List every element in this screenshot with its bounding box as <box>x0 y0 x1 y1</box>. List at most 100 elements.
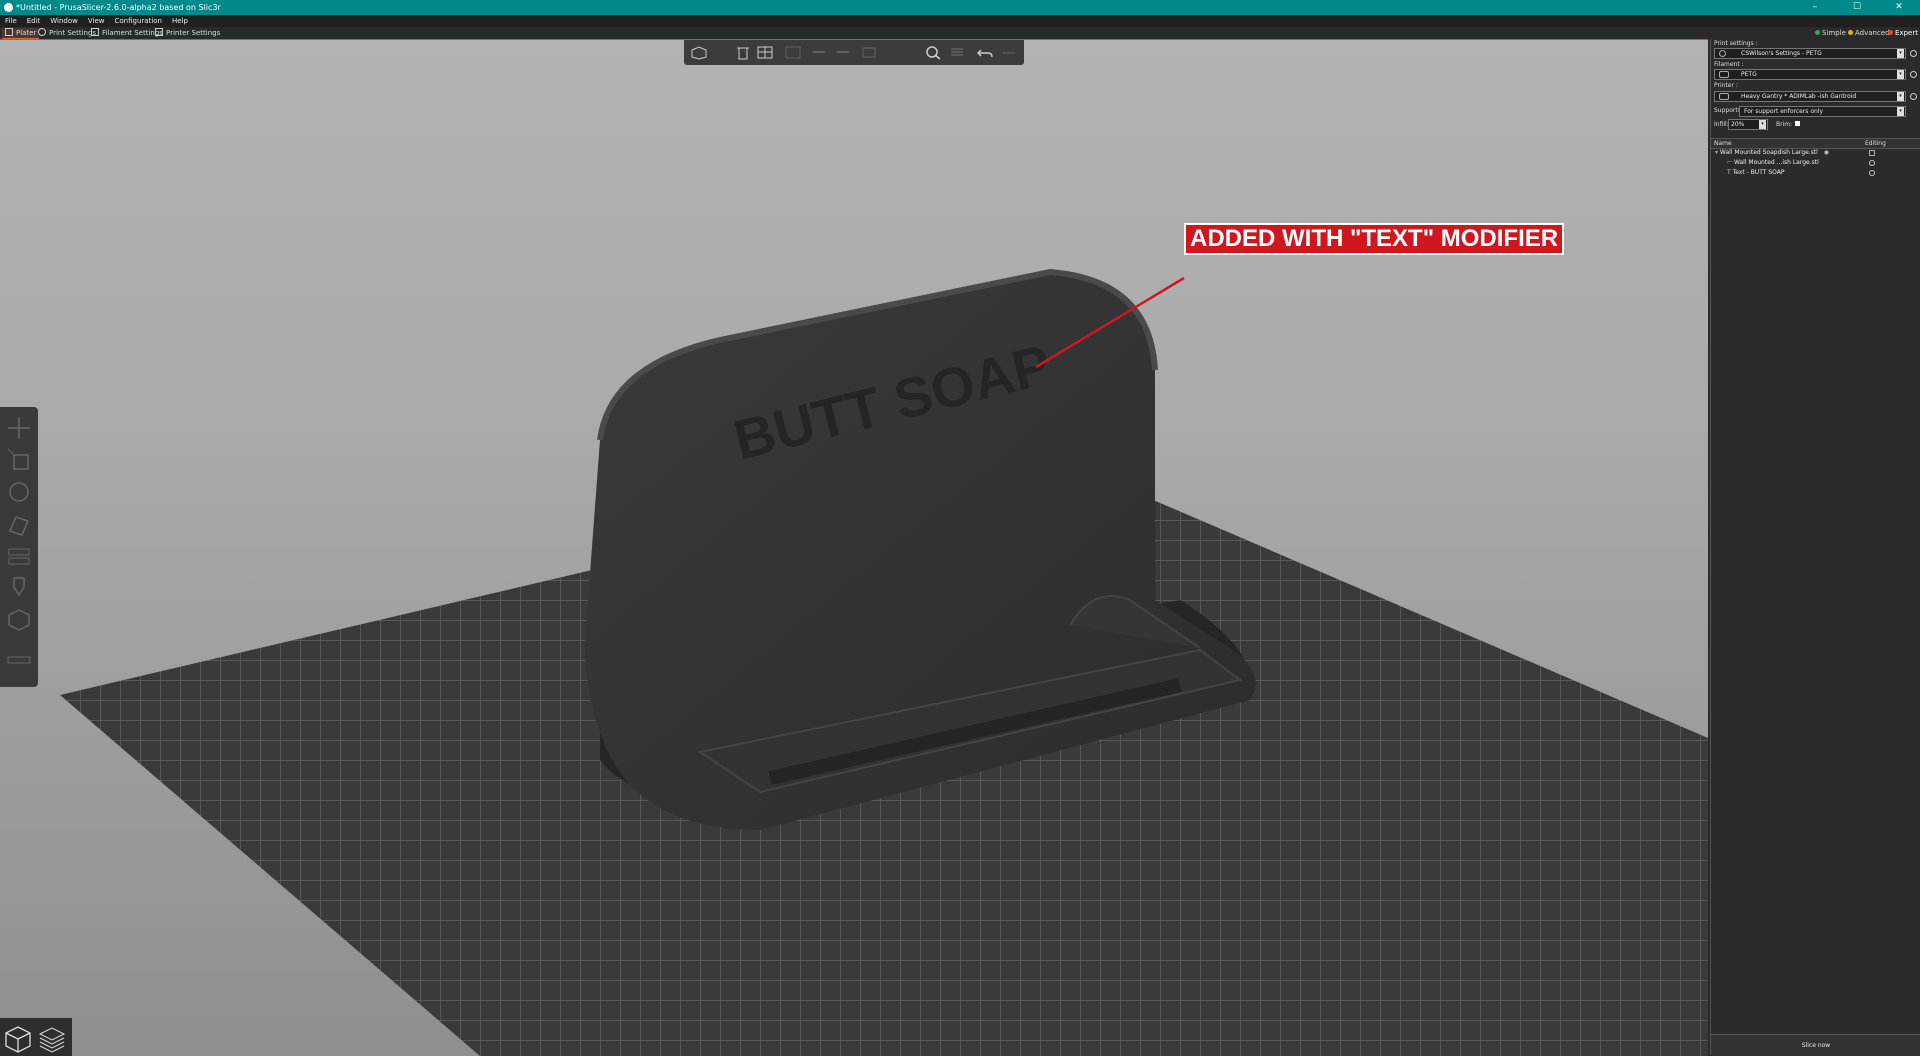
infill-combo[interactable]: 20% ▾ <box>1728 119 1768 130</box>
redo-icon[interactable] <box>1000 45 1018 60</box>
list-item[interactable]: ⌐ Wall Mounted ...ish Large.stl <box>1727 158 1819 167</box>
infill-value: 20% <box>1731 121 1745 128</box>
prusaslicer-logo-icon <box>4 3 13 12</box>
object-name: Wall Mounted ...ish Large.stl <box>1733 159 1819 166</box>
cut-icon[interactable] <box>6 543 32 569</box>
gear-icon <box>38 28 46 36</box>
add-instance-icon[interactable] <box>860 45 878 60</box>
title-bar: *Untitled - PrusaSlicer-2.6.0-alpha2 bas… <box>0 0 1920 15</box>
minimize-button[interactable]: – <box>1800 0 1830 15</box>
chevron-down-icon: ▾ <box>1759 120 1766 129</box>
3d-view-icon[interactable] <box>3 1024 33 1054</box>
measure-icon[interactable] <box>6 647 32 673</box>
menu-help[interactable]: Help <box>172 17 188 25</box>
tab-printer-settings[interactable]: Printer Settings <box>152 28 223 38</box>
3d-viewport[interactable]: BUTT SOAP ADDED WITH "TEXT" MODIFIER <box>0 39 1708 1056</box>
plater-icon <box>5 28 13 36</box>
chevron-down-icon: ▾ <box>1897 70 1904 79</box>
settings-gear-icon[interactable] <box>1910 50 1917 57</box>
brim-label: Brim: <box>1776 121 1793 128</box>
undo-icon[interactable] <box>976 45 994 60</box>
filament-combo[interactable]: PETG ▾ <box>1714 69 1906 80</box>
filament-color-icon <box>1719 71 1729 78</box>
printer-value: Heavy Gantry * ADIMLab -ish Gantroid <box>1741 93 1857 100</box>
add-object-icon[interactable] <box>690 45 708 60</box>
tab-printer-settings-label: Printer Settings <box>166 29 221 37</box>
chevron-down-icon: ▾ <box>1897 92 1904 101</box>
tab-bar: Plater Print Settings Filament Settings … <box>0 27 1920 39</box>
red-dot-icon <box>1888 30 1893 35</box>
chevron-down-icon: ▾ <box>1897 107 1904 116</box>
view-switcher <box>0 1018 72 1056</box>
mode-advanced-label: Advanced <box>1855 29 1890 37</box>
top-toolbar <box>684 40 1024 65</box>
seam-painting-icon[interactable] <box>6 607 32 633</box>
printer-label: Printer : <box>1714 82 1738 89</box>
mode-simple-label: Simple <box>1822 29 1846 37</box>
mode-expert-button[interactable]: Expert <box>1888 28 1918 38</box>
scene-canvas[interactable]: BUTT SOAP <box>0 40 1708 1056</box>
list-item[interactable]: ▾ Wall Mounted Soapdish Large.stl ◉ <box>1715 148 1829 157</box>
part-icon: ⌐ <box>1727 159 1734 166</box>
place-on-face-icon[interactable] <box>6 511 32 537</box>
filament-gear-icon[interactable] <box>1910 71 1917 78</box>
tab-plater[interactable]: Plater <box>2 28 40 39</box>
filament-label: Filament : <box>1714 61 1744 68</box>
col-editing: Editing <box>1865 140 1886 147</box>
mode-expert-label: Expert <box>1895 29 1918 37</box>
supports-combo[interactable]: For support enforcers only ▾ <box>1739 106 1906 117</box>
gear-icon <box>1719 50 1726 57</box>
menu-configuration[interactable]: Configuration <box>115 17 162 25</box>
printer-gear-icon[interactable] <box>1910 93 1917 100</box>
print-settings-combo[interactable]: CSWilson's Settings - PETG ▾ <box>1714 48 1906 59</box>
green-dot-icon <box>1815 30 1820 35</box>
print-settings-value: CSWilson's Settings - PETG <box>1741 50 1822 57</box>
list-item[interactable]: T Text - BUTT SOAP <box>1727 168 1784 177</box>
infill-label: Infill: <box>1714 121 1729 128</box>
menu-bar: File Edit Window View Configuration Help <box>0 15 1920 27</box>
rotate-icon[interactable] <box>6 479 32 505</box>
tab-plater-label: Plater <box>16 29 37 37</box>
move-icon[interactable] <box>6 415 32 441</box>
col-name: Name <box>1714 140 1732 147</box>
menu-edit[interactable]: Edit <box>27 17 41 25</box>
filament-icon <box>91 28 99 36</box>
yellow-dot-icon <box>1848 30 1853 35</box>
filament-value: PETG <box>1741 71 1757 78</box>
printer-combo[interactable]: Heavy Gantry * ADIMLab -ish Gantroid ▾ <box>1714 91 1906 102</box>
paint-supports-icon[interactable] <box>6 575 32 601</box>
menu-file[interactable]: File <box>5 17 17 25</box>
edit-ring-icon[interactable] <box>1869 170 1875 176</box>
callout-label: ADDED WITH "TEXT" MODIFIER <box>1184 223 1565 255</box>
brim-checkbox[interactable] <box>1795 121 1800 126</box>
maximize-button[interactable]: ☐ <box>1842 0 1872 15</box>
menu-view[interactable]: View <box>88 17 105 25</box>
delete-all-icon[interactable] <box>756 45 774 60</box>
layers-editing-icon[interactable] <box>948 45 966 60</box>
supports-value: For support enforcers only <box>1744 108 1824 115</box>
mode-advanced-button[interactable]: Advanced <box>1848 28 1890 38</box>
printer-icon <box>155 28 163 36</box>
scale-icon[interactable] <box>6 447 32 473</box>
paste-icon[interactable] <box>834 45 852 60</box>
delete-icon[interactable] <box>734 45 752 60</box>
menu-window[interactable]: Window <box>50 17 78 25</box>
preview-layers-icon[interactable] <box>37 1024 67 1054</box>
print-settings-label: Print settings : <box>1714 40 1758 47</box>
eye-icon[interactable]: ◉ <box>1824 148 1829 157</box>
close-button[interactable]: ✕ <box>1884 0 1914 15</box>
object-name: Wall Mounted Soapdish Large.stl <box>1719 149 1818 156</box>
search-icon[interactable] <box>924 45 942 60</box>
edit-ring-icon[interactable] <box>1869 160 1875 166</box>
mode-simple-button[interactable]: Simple <box>1815 28 1846 38</box>
right-sidebar: Print settings : CSWilson's Settings - P… <box>1710 39 1920 1056</box>
object-name: Text - BUTT SOAP <box>1732 169 1785 176</box>
copy-icon[interactable] <box>810 45 828 60</box>
left-gizmo-toolbar <box>0 407 38 687</box>
window-title: *Untitled - PrusaSlicer-2.6.0-alpha2 bas… <box>16 3 221 12</box>
arrange-icon[interactable] <box>784 45 802 60</box>
printer-icon <box>1719 93 1729 100</box>
edit-square-icon[interactable] <box>1869 150 1875 156</box>
chevron-down-icon: ▾ <box>1897 49 1904 58</box>
slice-now-button[interactable]: Slice now <box>1711 1034 1920 1056</box>
